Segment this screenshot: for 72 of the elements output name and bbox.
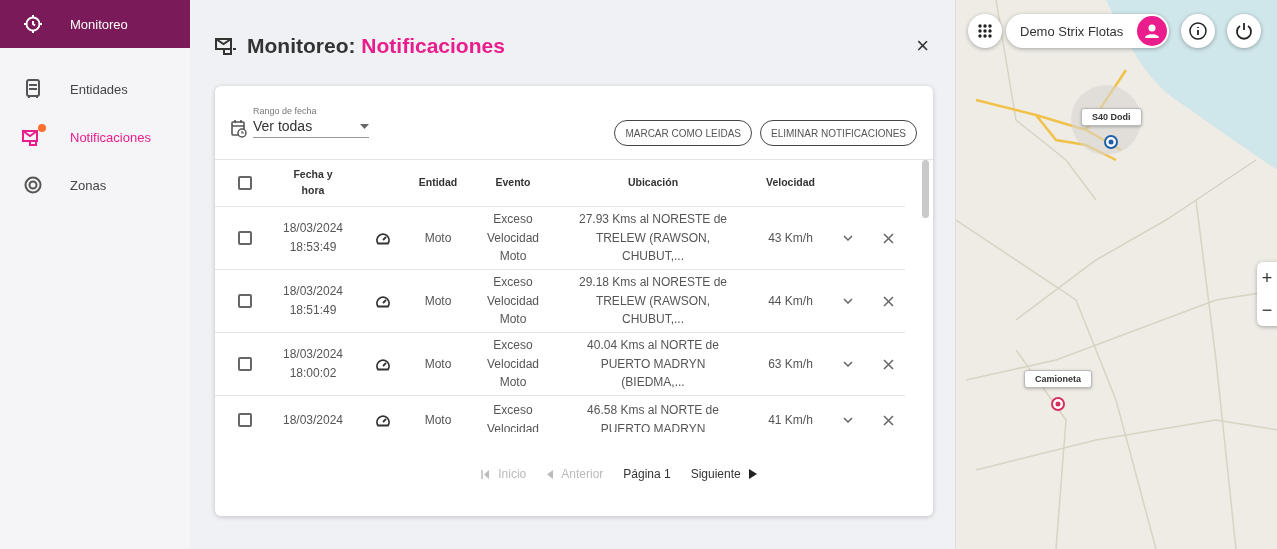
column-header: Ubicación — [626, 175, 680, 191]
location-cell-text: 40.04 Kms al NORTE de PUERTO MADRYN (BIEDMA,... — [586, 337, 720, 392]
dropdown-caret-icon — [360, 123, 369, 129]
location-cell-text: 29.18 Kms al NORESTE de TRELEW (RAWSON, CHUBUT,... — [578, 274, 728, 329]
row-checkbox[interactable] — [238, 294, 252, 308]
zoom-in-button[interactable]: + — [1257, 262, 1277, 294]
pagination-button[interactable]: Siguiente — [690, 467, 757, 481]
table-cell-text: 43 Km/h — [767, 229, 814, 247]
speedometer-icon — [376, 294, 390, 308]
date-time-cell-text: 18/03/2024 — [281, 411, 345, 429]
table-cell-text: 41 Km/h — [767, 411, 814, 429]
select-all-checkbox[interactable] — [238, 176, 252, 190]
first-page-icon — [481, 469, 491, 479]
speedometer-icon — [376, 413, 390, 427]
table-cell-text: Exceso Velocidad Moto — [485, 211, 540, 266]
table-cell-text: 63 Km/h — [767, 355, 814, 373]
close-icon[interactable] — [882, 295, 894, 307]
sidebar-item[interactable]: Zonas — [0, 161, 190, 209]
vehicle-list-icon — [25, 79, 41, 99]
column-header: Velocidad — [765, 175, 816, 191]
column-header: Entidad — [417, 175, 459, 191]
date-time-cell-text: 18/03/2024 18:53:49 — [281, 220, 345, 256]
row-checkbox[interactable] — [238, 413, 252, 427]
map-marker-icon[interactable] — [1050, 396, 1066, 412]
sidebar-item[interactable]: Notificaciones — [0, 113, 190, 161]
column-header: Evento — [494, 175, 532, 191]
speedometer-icon — [376, 357, 390, 371]
table-cell-text: Moto — [423, 355, 453, 373]
marker-label: S40 Dodi — [1081, 108, 1142, 126]
date-range-select[interactable]: Rango de fecha Ver todas — [253, 106, 369, 138]
table-cell-text: Exceso Velocidad Moto — [485, 274, 540, 329]
calendar-clock-icon — [231, 120, 247, 138]
chevron-down-icon[interactable] — [843, 361, 853, 367]
close-icon[interactable] — [882, 414, 894, 426]
target-clock-icon — [23, 14, 43, 34]
close-icon[interactable] — [882, 358, 894, 370]
close-button[interactable]: × — [912, 33, 933, 59]
sidebar-item[interactable]: Monitoreo — [0, 0, 190, 48]
date-time-cell-text: 18/03/2024 18:51:49 — [281, 283, 345, 319]
table-cell-text: Moto — [423, 229, 453, 247]
column-header: Fecha y hora — [293, 167, 333, 198]
close-icon[interactable] — [882, 232, 894, 244]
outlined-button[interactable]: ELIMINAR NOTIFICACIONES — [760, 120, 917, 146]
map-marker-icon[interactable] — [1103, 134, 1120, 150]
grid-icon — [978, 24, 992, 38]
sidebar-item[interactable]: Entidades — [0, 65, 190, 113]
table-cell-text: Exceso Velocidad Moto — [485, 337, 540, 392]
row-checkbox[interactable] — [238, 231, 252, 245]
speedometer-icon — [376, 231, 390, 245]
table-cell-text: Moto — [423, 411, 453, 429]
table-cell-text: Moto — [423, 292, 453, 310]
chevron-down-icon[interactable] — [843, 298, 853, 304]
table-cell-text: 44 Km/h — [767, 292, 814, 310]
previous-icon — [546, 469, 554, 479]
chevron-down-icon[interactable] — [843, 235, 853, 241]
notification-icon — [215, 36, 237, 56]
account-chip[interactable]: Demo Strix Flotas — [1006, 14, 1170, 48]
power-icon — [1235, 22, 1254, 40]
pagination-button[interactable]: Página 1 — [623, 467, 671, 481]
row-checkbox[interactable] — [238, 357, 252, 371]
chevron-down-icon[interactable] — [843, 417, 853, 423]
marker-label: Camioneta — [1024, 370, 1092, 388]
scrollbar[interactable] — [922, 160, 929, 218]
next-icon — [748, 469, 757, 479]
zoom-out-button[interactable]: − — [1257, 294, 1277, 326]
page-title: Monitoreo: Notificaciones — [247, 34, 505, 58]
info-icon — [1188, 21, 1209, 41]
outlined-button[interactable]: MARCAR COMO LEIDAS — [614, 120, 752, 146]
date-time-cell-text: 18/03/2024 18:00:02 — [281, 346, 345, 382]
user-icon — [1145, 24, 1160, 38]
zone-target-icon — [24, 176, 42, 194]
location-cell-text: 27.93 Kms al NORESTE de TRELEW (RAWSON, CHUBUT,... — [578, 211, 728, 266]
